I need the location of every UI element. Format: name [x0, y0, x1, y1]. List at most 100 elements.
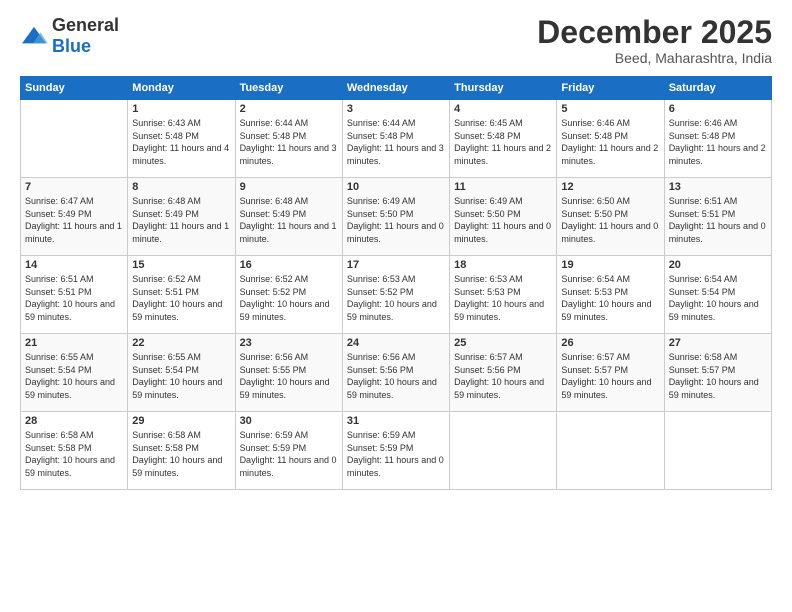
day-info: Sunrise: 6:56 AM Sunset: 5:56 PM Dayligh… — [347, 351, 445, 401]
calendar-cell: 7 Sunrise: 6:47 AM Sunset: 5:49 PM Daylig… — [21, 178, 128, 256]
calendar-week-1: 1 Sunrise: 6:43 AM Sunset: 5:48 PM Daylig… — [21, 100, 772, 178]
day-info: Sunrise: 6:46 AM Sunset: 5:48 PM Dayligh… — [561, 117, 659, 167]
calendar-cell: 8Sunrise: 6:48 AM Sunset: 5:49 PM Daylig… — [128, 178, 235, 256]
day-number: 5 — [561, 103, 659, 115]
calendar-header-row: SundayMondayTuesdayWednesdayThursdayFrid… — [21, 77, 772, 100]
day-info: Sunrise: 6:44 AM Sunset: 5:48 PM Dayligh… — [347, 117, 445, 167]
day-info: Sunrise: 6:58 AM Sunset: 5:58 PM Dayligh… — [25, 429, 123, 479]
calendar-cell: 18 Sunrise: 6:53 AM Sunset: 5:53 PM Dayli… — [450, 256, 557, 334]
calendar-week-2: 7 Sunrise: 6:47 AM Sunset: 5:49 PM Daylig… — [21, 178, 772, 256]
day-number: 4 — [454, 103, 552, 115]
calendar-week-4: 21 Sunrise: 6:55 AM Sunset: 5:54 PM Dayli… — [21, 334, 772, 412]
day-info: Sunrise: 6:55 AM Sunset: 5:54 PM Dayligh… — [132, 351, 230, 401]
day-info: Sunrise: 6:43 AM Sunset: 5:48 PM Dayligh… — [132, 117, 230, 167]
calendar-cell: 30 Sunrise: 6:59 AM Sunset: 5:59 PM Dayli… — [235, 412, 342, 490]
day-number: 21 — [25, 337, 123, 349]
day-number: 16 — [240, 259, 338, 271]
calendar-cell: 12 Sunrise: 6:50 AM Sunset: 5:50 PM Dayli… — [557, 178, 664, 256]
day-number: 13 — [669, 181, 767, 193]
day-info: Sunrise: 6:50 AM Sunset: 5:50 PM Dayligh… — [561, 195, 659, 245]
day-number: 18 — [454, 259, 552, 271]
calendar-header-friday: Friday — [557, 77, 664, 100]
day-info: Sunrise: 6:53 AM Sunset: 5:53 PM Dayligh… — [454, 273, 552, 323]
title-block: December 2025 Beed, Maharashtra, India — [537, 15, 772, 66]
calendar-cell: 1 Sunrise: 6:43 AM Sunset: 5:48 PM Daylig… — [128, 100, 235, 178]
day-number: 24 — [347, 337, 445, 349]
day-info: Sunrise: 6:58 AM Sunset: 5:57 PM Dayligh… — [669, 351, 767, 401]
day-info: Sunrise: 6:51 AM Sunset: 5:51 PM Dayligh… — [25, 273, 123, 323]
calendar-cell: 16Sunrise: 6:52 AM Sunset: 5:52 PM Dayli… — [235, 256, 342, 334]
location: Beed, Maharashtra, India — [537, 50, 772, 66]
day-number: 6 — [669, 103, 767, 115]
calendar-cell: 19 Sunrise: 6:54 AM Sunset: 5:53 PM Dayli… — [557, 256, 664, 334]
calendar-cell: 3 Sunrise: 6:44 AM Sunset: 5:48 PM Daylig… — [342, 100, 449, 178]
header: General Blue December 2025 Beed, Maharas… — [20, 15, 772, 66]
day-number: 8 — [132, 181, 230, 193]
calendar-cell: 24 Sunrise: 6:56 AM Sunset: 5:56 PM Dayli… — [342, 334, 449, 412]
day-number: 22 — [132, 337, 230, 349]
calendar-cell: 28 Sunrise: 6:58 AM Sunset: 5:58 PM Dayli… — [21, 412, 128, 490]
calendar-cell: 9Sunrise: 6:48 AM Sunset: 5:49 PM Daylig… — [235, 178, 342, 256]
calendar-header-saturday: Saturday — [664, 77, 771, 100]
day-info: Sunrise: 6:48 AM Sunset: 5:49 PM Dayligh… — [240, 195, 338, 245]
day-info: Sunrise: 6:57 AM Sunset: 5:56 PM Dayligh… — [454, 351, 552, 401]
calendar-cell: 27 Sunrise: 6:58 AM Sunset: 5:57 PM Dayli… — [664, 334, 771, 412]
calendar-cell: 25 Sunrise: 6:57 AM Sunset: 5:56 PM Dayli… — [450, 334, 557, 412]
day-info: Sunrise: 6:44 AM Sunset: 5:48 PM Dayligh… — [240, 117, 338, 167]
day-number: 31 — [347, 415, 445, 427]
day-info: Sunrise: 6:55 AM Sunset: 5:54 PM Dayligh… — [25, 351, 123, 401]
day-number: 1 — [132, 103, 230, 115]
calendar-cell — [557, 412, 664, 490]
calendar-cell: 29Sunrise: 6:58 AM Sunset: 5:58 PM Dayli… — [128, 412, 235, 490]
calendar-cell: 13 Sunrise: 6:51 AM Sunset: 5:51 PM Dayli… — [664, 178, 771, 256]
day-number: 15 — [132, 259, 230, 271]
calendar-cell: 14Sunrise: 6:51 AM Sunset: 5:51 PM Dayli… — [21, 256, 128, 334]
day-number: 27 — [669, 337, 767, 349]
day-info: Sunrise: 6:53 AM Sunset: 5:52 PM Dayligh… — [347, 273, 445, 323]
day-info: Sunrise: 6:47 AM Sunset: 5:49 PM Dayligh… — [25, 195, 123, 245]
day-number: 25 — [454, 337, 552, 349]
month-title: December 2025 — [537, 15, 772, 50]
calendar-cell — [450, 412, 557, 490]
logo: General Blue — [20, 15, 119, 57]
day-number: 7 — [25, 181, 123, 193]
day-info: Sunrise: 6:54 AM Sunset: 5:53 PM Dayligh… — [561, 273, 659, 323]
calendar-cell: 20Sunrise: 6:54 AM Sunset: 5:54 PM Dayli… — [664, 256, 771, 334]
calendar-header-tuesday: Tuesday — [235, 77, 342, 100]
logo-icon — [20, 25, 48, 47]
day-number: 28 — [25, 415, 123, 427]
calendar-cell: 23Sunrise: 6:56 AM Sunset: 5:55 PM Dayli… — [235, 334, 342, 412]
day-info: Sunrise: 6:45 AM Sunset: 5:48 PM Dayligh… — [454, 117, 552, 167]
day-info: Sunrise: 6:51 AM Sunset: 5:51 PM Dayligh… — [669, 195, 767, 245]
calendar-header-monday: Monday — [128, 77, 235, 100]
day-info: Sunrise: 6:46 AM Sunset: 5:48 PM Dayligh… — [669, 117, 767, 167]
day-number: 10 — [347, 181, 445, 193]
calendar-cell: 11Sunrise: 6:49 AM Sunset: 5:50 PM Dayli… — [450, 178, 557, 256]
day-number: 11 — [454, 181, 552, 193]
calendar-cell: 22 Sunrise: 6:55 AM Sunset: 5:54 PM Dayli… — [128, 334, 235, 412]
calendar-cell: 31 Sunrise: 6:59 AM Sunset: 5:59 PM Dayli… — [342, 412, 449, 490]
day-number: 29 — [132, 415, 230, 427]
day-info: Sunrise: 6:59 AM Sunset: 5:59 PM Dayligh… — [240, 429, 338, 479]
calendar-cell: 6 Sunrise: 6:46 AM Sunset: 5:48 PM Daylig… — [664, 100, 771, 178]
calendar-cell: 10 Sunrise: 6:49 AM Sunset: 5:50 PM Dayli… — [342, 178, 449, 256]
day-number: 19 — [561, 259, 659, 271]
calendar-cell: 5 Sunrise: 6:46 AM Sunset: 5:48 PM Daylig… — [557, 100, 664, 178]
calendar-cell — [21, 100, 128, 178]
logo-general: General — [52, 15, 119, 35]
day-number: 12 — [561, 181, 659, 193]
day-number: 3 — [347, 103, 445, 115]
day-number: 30 — [240, 415, 338, 427]
day-info: Sunrise: 6:54 AM Sunset: 5:54 PM Dayligh… — [669, 273, 767, 323]
calendar-header-thursday: Thursday — [450, 77, 557, 100]
calendar-cell: 26Sunrise: 6:57 AM Sunset: 5:57 PM Dayli… — [557, 334, 664, 412]
day-number: 17 — [347, 259, 445, 271]
calendar-cell: 21 Sunrise: 6:55 AM Sunset: 5:54 PM Dayli… — [21, 334, 128, 412]
calendar-body: 1 Sunrise: 6:43 AM Sunset: 5:48 PM Daylig… — [21, 100, 772, 490]
day-info: Sunrise: 6:49 AM Sunset: 5:50 PM Dayligh… — [347, 195, 445, 245]
page: General Blue December 2025 Beed, Maharas… — [0, 0, 792, 612]
calendar-cell: 4 Sunrise: 6:45 AM Sunset: 5:48 PM Daylig… — [450, 100, 557, 178]
day-info: Sunrise: 6:52 AM Sunset: 5:51 PM Dayligh… — [132, 273, 230, 323]
day-number: 23 — [240, 337, 338, 349]
day-info: Sunrise: 6:59 AM Sunset: 5:59 PM Dayligh… — [347, 429, 445, 479]
